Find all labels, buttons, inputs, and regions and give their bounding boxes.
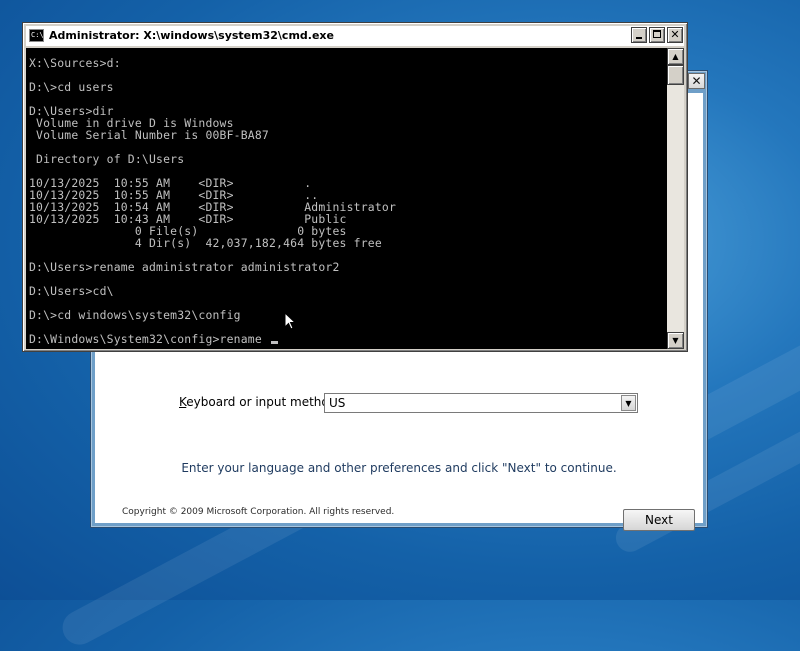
close-button[interactable]: ✕ (667, 27, 683, 43)
console-line: 4 Dir(s) 42,037,182,464 bytes free (29, 236, 382, 250)
mouse-pointer-icon (284, 312, 296, 330)
text-cursor (270, 341, 278, 344)
keyboard-select[interactable]: US ▼ (324, 393, 638, 413)
maximize-button[interactable] (649, 27, 665, 43)
console-line: D:\Users>rename administrator administra… (29, 260, 340, 274)
keyboard-select-value: US (329, 396, 346, 410)
minimize-icon (636, 37, 642, 39)
cmd-window-title: Administrator: X:\windows\system32\cmd.e… (49, 29, 334, 42)
console-line: D:\Windows\System32\config>rename (29, 333, 396, 345)
vertical-scrollbar[interactable]: ▲ ▼ (667, 48, 684, 349)
scroll-down-icon[interactable]: ▼ (667, 332, 684, 349)
maximize-icon (653, 30, 661, 38)
console-line: D:\>cd users (29, 80, 114, 94)
keyboard-label-rest: eyboard or input method: (186, 395, 341, 409)
scroll-up-icon[interactable]: ▲ (667, 48, 684, 65)
cmd-titlebar[interactable]: C:\ Administrator: X:\windows\system32\c… (26, 26, 684, 46)
console-lines: X:\Sources>d: D:\>cd users D:\Users>dir Vo… (29, 57, 396, 345)
console-output[interactable]: X:\Sources>d: D:\>cd users D:\Users>dir Vo… (26, 48, 668, 349)
close-icon: ✕ (691, 74, 702, 88)
command-prompt-window: C:\ Administrator: X:\windows\system32\c… (22, 22, 688, 352)
cmd-app-icon[interactable]: C:\ (29, 29, 44, 42)
next-button[interactable]: Next (623, 509, 695, 531)
chevron-down-icon[interactable]: ▼ (621, 395, 636, 411)
setup-close-button[interactable]: ✕ (688, 73, 705, 89)
instruction-text: Enter your language and other preference… (181, 461, 617, 475)
console-line: X:\Sources>d: (29, 56, 121, 70)
copyright-text: Copyright © 2009 Microsoft Corporation. … (122, 507, 395, 517)
close-icon: ✕ (670, 28, 680, 41)
scrollbar-thumb[interactable] (667, 65, 684, 85)
minimize-button[interactable] (631, 27, 647, 43)
console-line: D:\>cd windows\system32\config (29, 308, 241, 322)
console-line: Volume Serial Number is 00BF-BA87 (29, 128, 269, 142)
console-line: Directory of D:\Users (29, 152, 185, 166)
console-line: D:\Users>cd\ (29, 284, 114, 298)
keyboard-label: Keyboard or input method: (179, 395, 340, 409)
